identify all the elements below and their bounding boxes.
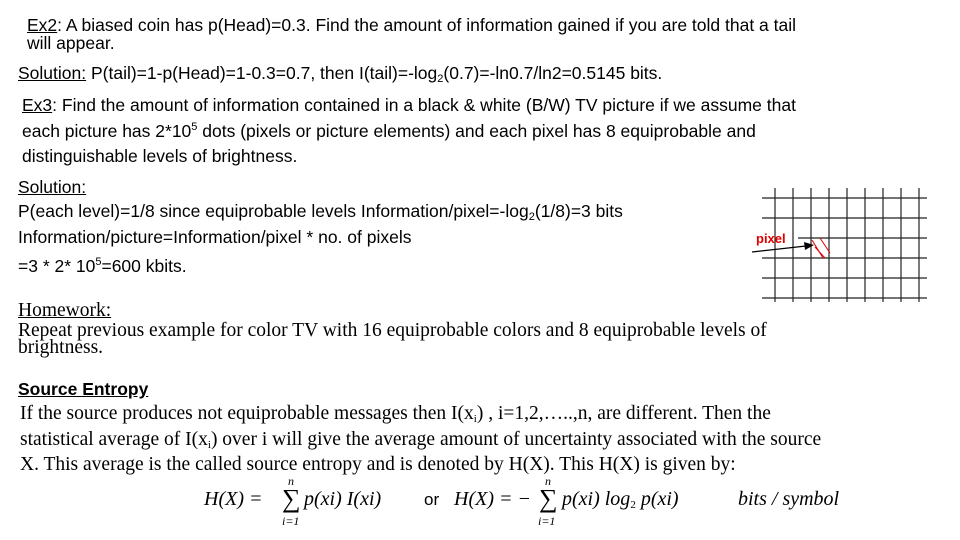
entropy-line3: X. This average is the called source ent… bbox=[20, 454, 736, 475]
entropy-line2: statistical average of I(xi) over i will… bbox=[20, 429, 821, 451]
formula-body2a: p(xi) log bbox=[562, 488, 631, 510]
sum1-icon: ∑ bbox=[282, 484, 301, 513]
entropy-line1-b: ) , i=1,2,…..,n, are different. Then the bbox=[476, 403, 771, 424]
formula-units: bits / symbol bbox=[738, 488, 840, 510]
formula-lhs2: H(X) = − bbox=[454, 488, 531, 510]
homework-line1: Repeat previous example for color TV wit… bbox=[18, 320, 767, 341]
grid-lines bbox=[762, 188, 927, 302]
formula-body1: p(xi) I(xi) bbox=[304, 488, 382, 510]
formula-or: or bbox=[424, 490, 440, 509]
sum2-lower: i=1 bbox=[538, 514, 556, 528]
source-entropy-title: Source Entropy bbox=[18, 379, 149, 399]
entropy-line1-a: If the source produces not equiprobable … bbox=[20, 403, 474, 424]
sum1-lower: i=1 bbox=[282, 514, 300, 528]
slide: Ex2: A biased coin has p(Head)=0.3. Find… bbox=[0, 0, 960, 540]
homework-label: Homework: bbox=[18, 300, 112, 321]
formula-body2b: p(xi) bbox=[635, 488, 679, 510]
pixel-hatch bbox=[811, 237, 831, 259]
entropy-line2-a: statistical average of I(x bbox=[20, 429, 208, 450]
entropy-formula: H(X) = n ∑ i=1 p(xi) I(xi) or H(X) = − n… bbox=[200, 474, 880, 534]
entropy-line2-b: ) over i will give the average amount of… bbox=[210, 429, 822, 450]
pixel-label: pixel bbox=[756, 231, 786, 246]
sum2-icon: ∑ bbox=[539, 484, 558, 513]
entropy-line1: If the source produces not equiprobable … bbox=[20, 403, 771, 425]
formula-lhs1: H(X) = bbox=[204, 488, 263, 510]
homework-line2: brightness. bbox=[18, 337, 104, 358]
formula-body2: p(xi) log2 p(xi) bbox=[562, 488, 679, 511]
